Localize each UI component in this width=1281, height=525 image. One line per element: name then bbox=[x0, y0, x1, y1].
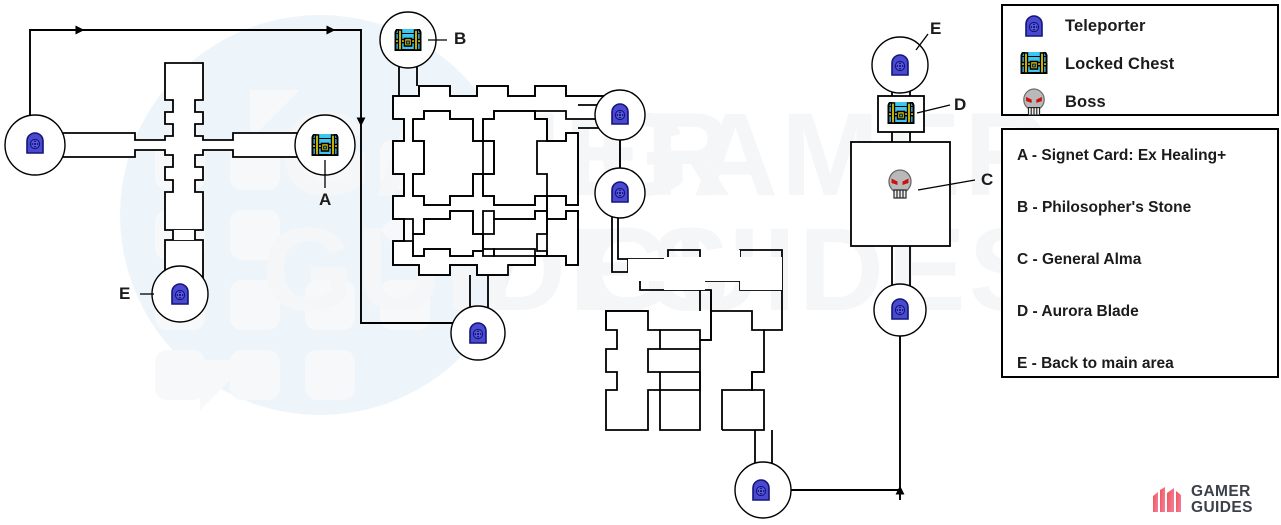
gamer-guides-wordmark: GAMER GUIDES bbox=[1191, 484, 1253, 516]
gamer-guides-mark-icon bbox=[1153, 486, 1181, 512]
map-letter-a: A bbox=[319, 190, 332, 209]
node-teleporter-mid-upper[interactable] bbox=[594, 89, 646, 141]
legend-note-a: A - Signet Card: Ex Healing+ bbox=[1017, 147, 1227, 164]
map-letter-d: D bbox=[954, 95, 967, 114]
teleporter-icon bbox=[1019, 10, 1049, 42]
gamer-guides-logo: GAMER GUIDES bbox=[1152, 484, 1253, 516]
legend-label-teleporter: Teleporter bbox=[1065, 16, 1146, 35]
legend-note-e: E - Back to main area bbox=[1017, 355, 1174, 372]
map-letter-e-right: E bbox=[930, 19, 942, 38]
node-teleporter-left[interactable] bbox=[4, 114, 66, 176]
svg-text:GAMER: GAMER bbox=[598, 89, 1052, 221]
legend-key-box: Teleporter Locked Chest Boss bbox=[1001, 4, 1279, 116]
node-teleporter-e-right[interactable] bbox=[871, 33, 929, 94]
gg-line-2: GUIDES bbox=[1191, 498, 1253, 516]
node-teleporter-bottom[interactable] bbox=[734, 461, 792, 519]
legend-notes-box: A - Signet Card: Ex Healing+ B - Philoso… bbox=[1001, 128, 1279, 378]
legend-label-boss: Boss bbox=[1065, 92, 1106, 111]
legend-label-locked-chest: Locked Chest bbox=[1065, 54, 1175, 73]
locked-chest-icon bbox=[1019, 48, 1049, 80]
legend-row-locked-chest: Locked Chest bbox=[1003, 46, 1277, 82]
boss-skull-icon bbox=[1019, 86, 1049, 118]
legend-note-b: B - Philosopher's Stone bbox=[1017, 199, 1192, 216]
legend-note-d: D - Aurora Blade bbox=[1017, 303, 1139, 320]
legend-row-teleporter: Teleporter bbox=[1003, 8, 1277, 44]
gg-line-1: GAMER bbox=[1191, 483, 1251, 500]
node-teleporter-right-lower[interactable] bbox=[873, 283, 927, 337]
map-letter-c: C bbox=[981, 170, 994, 189]
node-teleporter-mid[interactable] bbox=[594, 167, 646, 219]
node-teleporter-maze-bottom[interactable] bbox=[450, 305, 506, 361]
map-letter-b: B bbox=[454, 29, 467, 48]
legend-row-boss: Boss bbox=[1003, 84, 1277, 120]
legend-note-c: C - General Alma bbox=[1017, 251, 1142, 268]
map-letter-e-left: E bbox=[119, 284, 131, 303]
